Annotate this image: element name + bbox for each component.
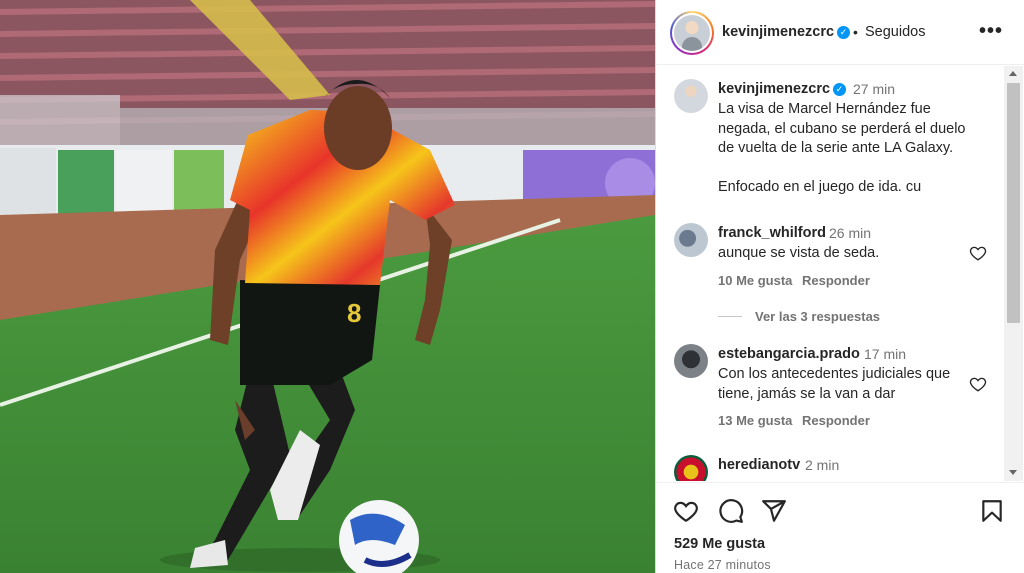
comment-time[interactable]: 26 min <box>829 225 871 241</box>
comment-avatar[interactable] <box>674 455 708 481</box>
post-side-panel: kevinjimenezcrc ✓ • Seguidos ••• kevinjim… <box>655 0 1024 573</box>
caption-line: La visa de Marcel Hernández fue <box>718 101 931 117</box>
comments-scrollbar[interactable] <box>1004 66 1023 481</box>
caption-line: negada, el cubano se perderá el duelo <box>718 120 966 137</box>
scrollbar-thumb[interactable] <box>1007 83 1020 323</box>
scroll-up-arrow-icon[interactable] <box>1009 71 1017 76</box>
view-replies-button[interactable]: Ver las 3 respuestas <box>755 309 880 324</box>
comment-text: aunque se vista de seda. <box>718 245 880 261</box>
author-username[interactable]: kevinjimenezcrc ✓ <box>722 24 851 40</box>
post-actions: 529 Me gusta Hace 27 minutos <box>656 482 1024 573</box>
caption-line: de vuelta de la serie ante LA Galaxy. <box>718 140 954 156</box>
comment-likes[interactable]: 13 Me gusta <box>718 413 792 428</box>
bookmark-icon[interactable] <box>979 498 1005 524</box>
author-username-text[interactable]: kevinjimenezcrc <box>722 24 834 40</box>
comment-time[interactable]: 17 min <box>864 346 906 362</box>
comment-likes[interactable]: 10 Me gusta <box>718 273 792 288</box>
post-photo[interactable]: 8 <box>0 0 655 573</box>
comment-text: Con los antecedentes judiciales que tien… <box>718 365 950 404</box>
comment-line: Con los antecedentes judiciales que <box>718 366 951 382</box>
comment-username[interactable]: herediano­tv <box>718 457 800 473</box>
caption-text: La visa de Marcel Hernández fue negada, … <box>718 100 966 198</box>
comment-time[interactable]: 2 min <box>805 457 839 473</box>
verified-badge-icon: ✓ <box>837 26 851 39</box>
reply-button[interactable]: Responder <box>802 413 870 428</box>
caption-line: Enfocado en el juego de ida. cu <box>718 179 922 195</box>
comment-icon[interactable] <box>718 498 744 524</box>
comment-avatar[interactable] <box>674 344 708 378</box>
comment-username[interactable]: franck_whilford <box>718 225 826 241</box>
caption-username-text[interactable]: kevinjimenezcrc <box>718 81 830 97</box>
caption-time[interactable]: 27 min <box>853 81 895 97</box>
caption-username[interactable]: kevinjimenezcrc ✓ <box>718 81 847 97</box>
caption-avatar[interactable] <box>674 79 708 113</box>
comment-username[interactable]: estebangarcia.prado <box>718 346 860 362</box>
share-icon[interactable] <box>761 498 787 524</box>
svg-text:8: 8 <box>347 298 361 328</box>
more-options-icon[interactable]: ••• <box>979 20 1003 43</box>
reply-button[interactable]: Responder <box>802 273 870 288</box>
likes-count[interactable]: 529 Me gusta <box>674 536 765 552</box>
heart-icon[interactable] <box>969 375 987 393</box>
heart-icon[interactable] <box>673 498 699 524</box>
soccer-player-photo: 8 <box>0 0 655 573</box>
follow-status-button[interactable]: Seguidos <box>865 24 925 40</box>
replies-divider <box>718 316 742 317</box>
comment-line: tiene, jamás se la van a dar <box>718 385 896 402</box>
verified-badge-icon: ✓ <box>833 83 847 96</box>
heart-icon[interactable] <box>969 244 987 262</box>
separator-dot: • <box>853 24 858 40</box>
scroll-down-arrow-icon[interactable] <box>1009 470 1017 475</box>
post-header: kevinjimenezcrc ✓ • Seguidos ••• <box>656 0 1024 65</box>
post-time[interactable]: Hace 27 minutos <box>674 558 771 572</box>
comment-avatar[interactable] <box>674 223 708 257</box>
author-avatar[interactable] <box>670 11 714 55</box>
comments-list[interactable]: kevinjimenezcrc ✓ 27 min La visa de Marce… <box>656 66 1002 481</box>
